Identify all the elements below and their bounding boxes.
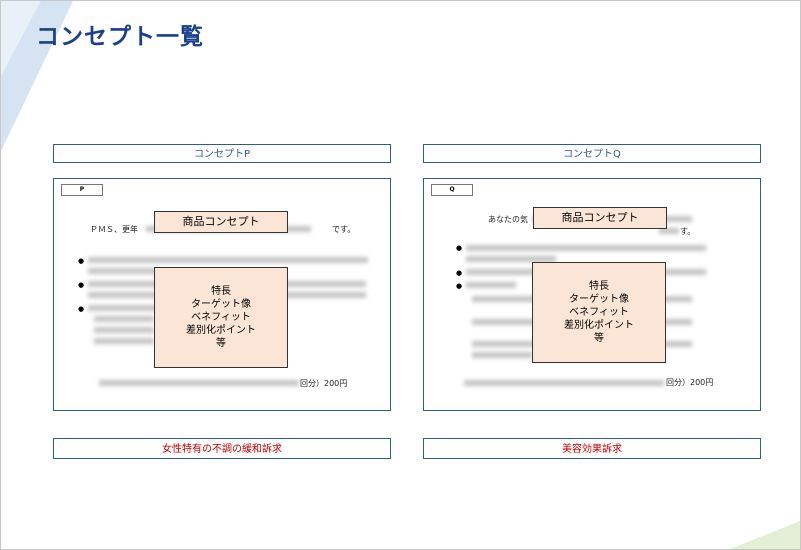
concept-q-overlay-label: 商品コンセプト	[533, 207, 667, 229]
blurred-text	[466, 282, 516, 288]
feature-item: 差別化ポイント	[186, 325, 256, 336]
concept-q-tag: Q	[431, 184, 473, 196]
blurred-text	[466, 245, 706, 251]
bullet-marker: ●	[456, 244, 463, 252]
concept-p-overlay-label: 商品コンセプト	[154, 211, 288, 233]
concept-q-price: 回分）200円	[666, 378, 714, 387]
feature-item: 差別化ポイント	[564, 320, 634, 331]
concept-q-feature-box: 特長 ターゲット像 ベネフィット 差別化ポイント 等	[532, 262, 666, 363]
blurred-text	[88, 268, 158, 274]
blurred-text	[88, 305, 158, 311]
concept-q-intro-suffix: す。	[680, 227, 696, 236]
feature-item: ベネフィット	[191, 312, 251, 323]
slide: コンセプト一覧 コンセプトP P ＰＭＳ、更年 です。 ● ● ● 回分）200…	[0, 0, 801, 550]
feature-item: ベネフィット	[569, 307, 629, 318]
concept-q-header: コンセプトQ	[423, 144, 761, 163]
page-title: コンセプト一覧	[36, 24, 204, 50]
bullet-marker: ●	[78, 281, 85, 289]
feature-item: 特長	[589, 281, 609, 292]
concept-p-tag: P	[61, 184, 103, 196]
concept-p-header: コンセプトP	[53, 144, 391, 163]
blurred-text	[94, 327, 154, 333]
concept-q-thumbnail: Q あなたの気 す。 ● ● ● 回分）200円 商品コンセプト 特長 ターゲッ…	[423, 178, 761, 411]
corner-decoration-bottom	[730, 521, 800, 549]
concept-q-appeal: 美容効果訴求	[423, 438, 761, 459]
concept-p-price: 回分）200円	[300, 379, 348, 388]
blurred-text	[472, 352, 532, 358]
feature-item: ターゲット像	[191, 299, 251, 310]
blurred-text	[99, 380, 299, 386]
concept-q-intro-prefix: あなたの気	[488, 215, 528, 224]
concept-p-feature-box: 特長 ターゲット像 ベネフィット 差別化ポイント 等	[154, 267, 288, 368]
bullet-marker: ●	[78, 305, 85, 313]
bullet-marker: ●	[78, 257, 85, 265]
blurred-text	[464, 380, 664, 386]
concept-p-thumbnail: P ＰＭＳ、更年 です。 ● ● ● 回分）200円 商品コンセプト 特長 ター…	[53, 178, 391, 411]
blurred-text	[94, 316, 154, 322]
bullet-marker: ●	[456, 282, 463, 290]
blurred-text	[94, 338, 154, 344]
feature-item: ターゲット像	[569, 294, 629, 305]
concept-p-appeal: 女性特有の不調の緩和訴求	[53, 438, 391, 459]
concept-p-intro-prefix: ＰＭＳ、更年	[90, 225, 138, 234]
concept-p-intro-suffix: です。	[332, 225, 356, 234]
bullet-marker: ●	[456, 269, 463, 277]
feature-item: 等	[594, 333, 604, 344]
feature-item: 等	[216, 338, 226, 349]
feature-item: 特長	[211, 286, 231, 297]
blurred-text	[88, 257, 368, 263]
